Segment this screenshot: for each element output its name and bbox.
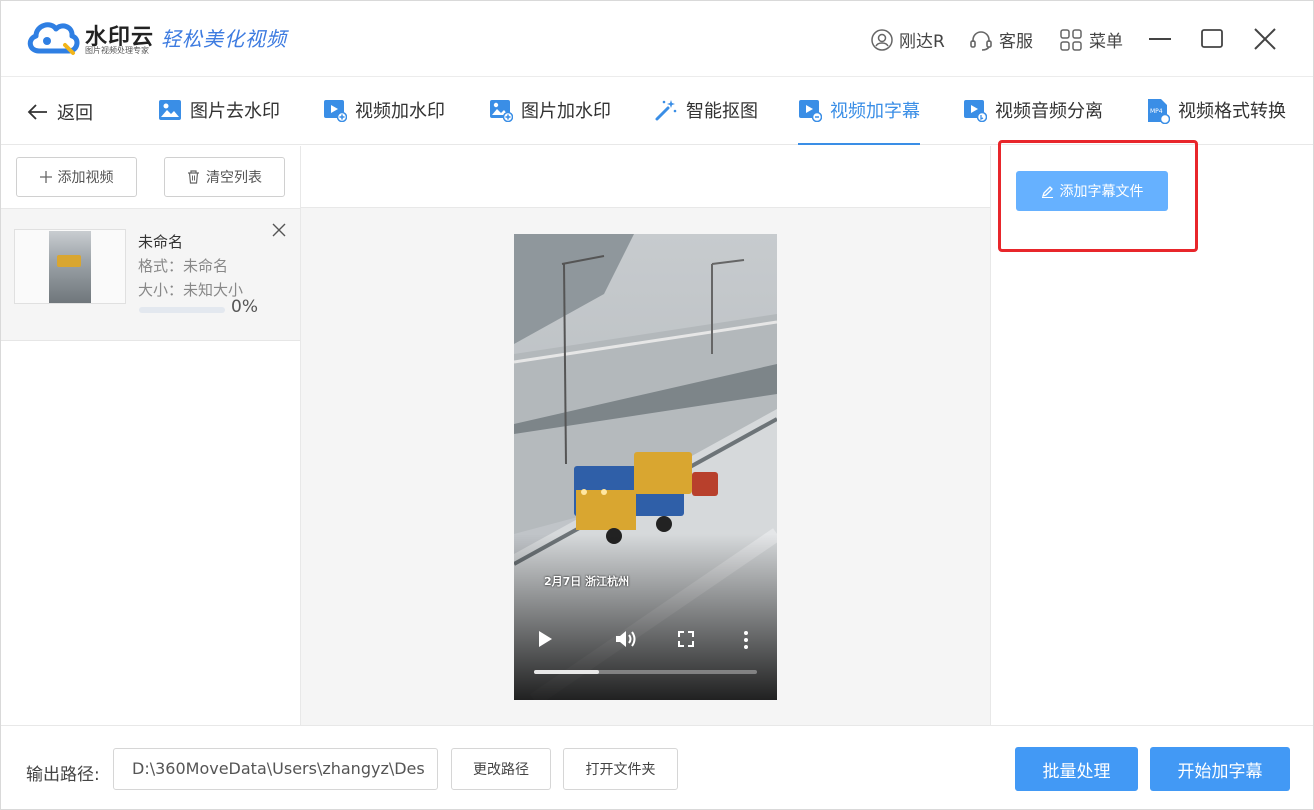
tab-smart-cutout[interactable]: 智能抠图	[654, 97, 758, 145]
headset-icon	[970, 30, 992, 51]
tab-label: 视频加字幕	[830, 101, 920, 122]
tab-video-subtitle[interactable]: 视频加字幕	[798, 97, 920, 145]
annotation-highlight-box	[998, 140, 1198, 252]
tab-label: 图片去水印	[190, 101, 280, 122]
back-button[interactable]: 返回	[27, 99, 93, 125]
tab-label: 视频音频分离	[995, 101, 1103, 122]
trash-icon	[188, 170, 199, 184]
image-add-icon	[490, 100, 513, 122]
tab-image-add-watermark[interactable]: 图片加水印	[489, 97, 611, 145]
bottom-action-bar: 输出路径: D:\360MoveData\Users\zhangyz\Des 更…	[1, 725, 1313, 809]
grid-menu-icon	[1060, 28, 1082, 51]
video-seek-fill	[534, 670, 599, 674]
start-subtitle-button[interactable]: 开始加字幕	[1150, 747, 1290, 791]
more-options-icon[interactable]	[742, 630, 750, 650]
magic-wand-icon	[655, 100, 677, 121]
tab-label: 视频加水印	[355, 101, 445, 122]
mp4-file-icon: MP4	[1148, 99, 1170, 124]
minimize-icon[interactable]	[1147, 25, 1175, 53]
app-window: 水印云 图片视频处理专家 轻松美化视频 刚达R 客服 菜单 返回 图片去水印 视…	[0, 0, 1314, 810]
plus-icon	[39, 171, 52, 183]
file-name: 未命名	[138, 233, 184, 251]
maximize-icon[interactable]	[1199, 25, 1227, 53]
close-icon[interactable]	[1251, 25, 1279, 53]
tab-label: 视频格式转换	[1178, 101, 1286, 122]
video-caption: 2月7日 浙江杭州	[544, 575, 630, 588]
volume-icon[interactable]	[614, 628, 638, 650]
progress-text: 0%	[231, 297, 258, 317]
clear-list-label: 清空列表	[206, 170, 262, 186]
video-seek-bar[interactable]	[534, 670, 757, 674]
file-size: 大小：未知大小	[138, 281, 244, 299]
output-path-field[interactable]: D:\360MoveData\Users\zhangyz\Des	[113, 748, 438, 790]
user-name: 刚达R	[899, 32, 945, 52]
file-list-item[interactable]: 未命名 格式：未命名 大小：未知大小 0%	[1, 209, 300, 341]
video-player[interactable]: 2月7日 浙江杭州	[514, 234, 777, 700]
tab-label: 智能抠图	[686, 101, 758, 122]
tab-image-remove-watermark[interactable]: 图片去水印	[158, 97, 280, 145]
video-add-icon	[324, 100, 347, 122]
customer-service[interactable]: 客服	[969, 27, 1033, 52]
menu-label: 菜单	[1089, 32, 1123, 52]
tab-video-add-watermark[interactable]: 视频加水印	[323, 97, 445, 145]
change-path-button[interactable]: 更改路径	[451, 748, 551, 790]
brand-tagline: 图片视频处理专家	[85, 46, 149, 55]
open-folder-button[interactable]: 打开文件夹	[563, 748, 678, 790]
preview-toolbar	[301, 146, 990, 208]
title-bar: 水印云 图片视频处理专家 轻松美化视频 刚达R 客服 菜单	[1, 1, 1313, 77]
video-thumbnail	[14, 229, 126, 304]
remove-file-icon[interactable]	[272, 223, 286, 237]
cloud-logo-icon	[27, 22, 80, 55]
service-label: 客服	[999, 32, 1033, 52]
preview-panel: 2月7日 浙江杭州	[301, 146, 991, 725]
file-list-panel: 添加视频 清空列表 未命名 格式：未命名 大小：未知大小 0%	[1, 146, 301, 725]
tab-label: 图片加水印	[521, 101, 611, 122]
video-subtitle-icon	[799, 100, 822, 122]
user-icon	[871, 28, 893, 51]
feature-tab-bar: 返回 图片去水印 视频加水印 图片加水印 智能抠图 视频加字幕 视频音频分离 M…	[1, 77, 1313, 145]
image-icon	[159, 100, 181, 120]
user-account[interactable]: 刚达R	[871, 27, 945, 52]
main-menu[interactable]: 菜单	[1059, 27, 1123, 52]
tab-video-format-convert[interactable]: MP4 视频格式转换	[1146, 97, 1286, 145]
play-icon[interactable]	[536, 630, 554, 648]
add-video-label: 添加视频	[57, 170, 114, 186]
video-audio-icon	[964, 100, 987, 122]
add-video-button[interactable]: 添加视频	[16, 157, 137, 197]
subtitle-panel: 添加字幕文件	[991, 140, 1313, 725]
svg-text:MP4: MP4	[1150, 108, 1163, 115]
batch-process-button[interactable]: 批量处理	[1015, 747, 1138, 791]
output-path-label: 输出路径:	[26, 765, 100, 785]
arrow-left-icon	[27, 104, 47, 120]
slogan: 轻松美化视频	[161, 27, 287, 51]
clear-list-button[interactable]: 清空列表	[164, 157, 285, 197]
file-format: 格式：未命名	[138, 257, 229, 275]
fullscreen-icon[interactable]	[677, 630, 695, 648]
tab-video-audio-separate[interactable]: 视频音频分离	[963, 97, 1103, 145]
back-label: 返回	[57, 103, 93, 124]
progress-bar	[139, 307, 225, 313]
